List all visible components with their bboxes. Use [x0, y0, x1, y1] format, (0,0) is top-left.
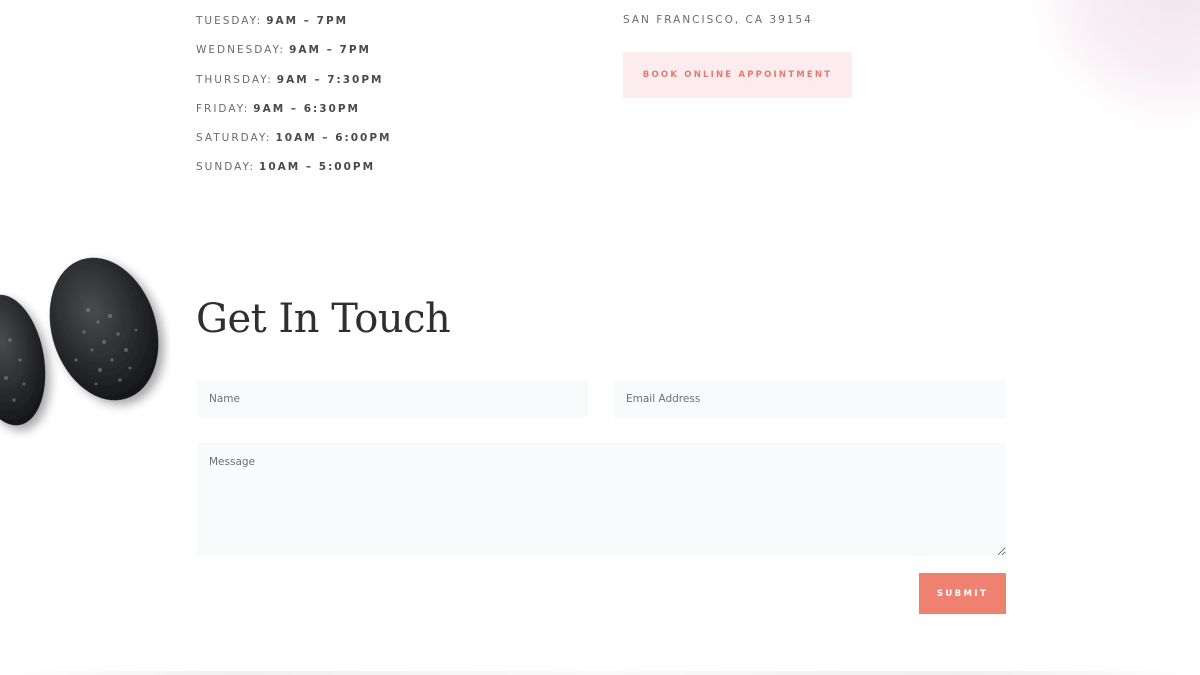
hours-day: Thursday: — [196, 73, 273, 86]
hours-day: Saturday: — [196, 132, 272, 145]
hours-row-wednesday: Wednesday: 9am – 7pm — [196, 43, 456, 72]
hours-time: 9am – 7:30pm — [276, 73, 384, 86]
spa-stones-image — [0, 257, 159, 426]
hours-time: 10am – 5:00pm — [259, 161, 376, 174]
hours-row-saturday: Saturday: 10am – 6:00pm — [196, 131, 456, 160]
get-in-touch-heading: Get In Touch — [196, 296, 451, 342]
hours-day: Sunday: — [196, 161, 256, 174]
hours-time: 10am – 6:00pm — [275, 132, 392, 145]
name-input[interactable] — [197, 380, 588, 418]
stone-shape — [49, 257, 159, 401]
hours-row-thursday: Thursday: 9am – 7:30pm — [196, 73, 456, 102]
section-divider — [0, 671, 1200, 675]
hours-time: 9am – 6:30pm — [253, 102, 360, 115]
hours-time: 9am – 7pm — [289, 44, 371, 57]
hours-time: 9am – 7pm — [266, 15, 349, 27]
opening-hours-list: Tuesday: 9am – 7pm Wednesday: 9am – 7pm Th… — [196, 14, 456, 190]
decorative-blur — [1030, 0, 1200, 130]
hours-row-sunday: Sunday: 10am – 5:00pm — [196, 160, 456, 189]
book-online-appointment-button[interactable]: Book Online Appointment — [623, 52, 852, 98]
email-input[interactable] — [614, 380, 1006, 418]
page: Tuesday: 9am – 7pm Wednesday: 9am – 7pm Th… — [0, 0, 1200, 675]
address-text: San Francisco, CA 39154 — [623, 14, 813, 26]
hours-row-tuesday: Tuesday: 9am – 7pm — [196, 14, 456, 43]
message-textarea[interactable] — [197, 443, 1006, 556]
hours-day: Friday: — [196, 102, 250, 115]
hours-row-friday: Friday: 9am – 6:30pm — [196, 102, 456, 131]
submit-button[interactable]: Submit — [919, 573, 1006, 614]
hours-day: Wednesday: — [196, 44, 286, 57]
stone-shape — [0, 294, 46, 426]
hours-day: Tuesday: — [196, 15, 263, 27]
